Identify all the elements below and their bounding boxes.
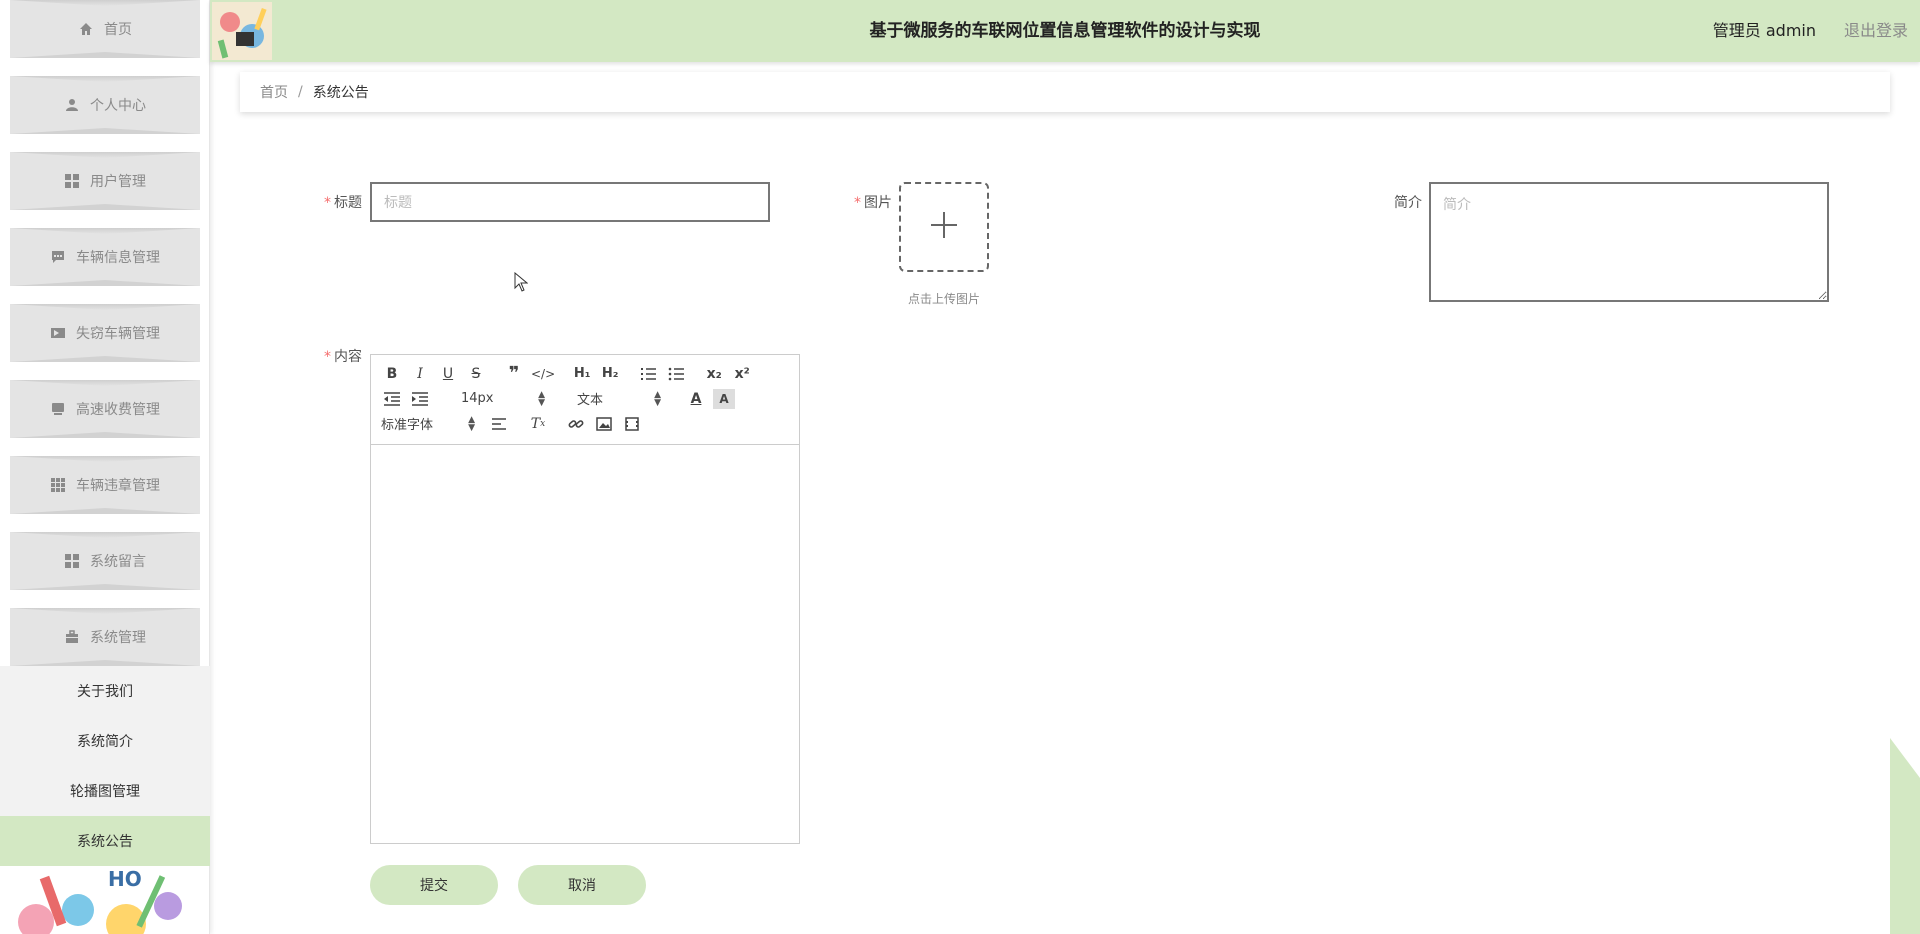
header-select[interactable]: 文本 ▲ ▼ [577, 389, 661, 408]
strikethrough-icon[interactable]: S [465, 364, 487, 384]
blockquote-icon[interactable]: ❞ [503, 363, 525, 384]
top-header: 基于微服务的车联网位置信息管理软件的设计与实现 管理员 admin 退出登录 [210, 0, 1920, 62]
logout-link[interactable]: 退出登录 [1844, 0, 1908, 62]
sidebar-item-label: 系统留言 [90, 554, 146, 570]
mouse-cursor-icon [514, 271, 529, 296]
italic-icon[interactable]: I [409, 364, 431, 384]
grid-icon [64, 173, 80, 189]
background-color-icon[interactable]: A [713, 388, 735, 409]
ordered-list-icon[interactable] [637, 364, 659, 384]
sidebar-illustration: HO [8, 866, 206, 934]
editor-toolbar: B I U S ❞ </> H₁ H₂ x₂ x² 14px ▲ ▼ 文本 ▲ … [371, 355, 799, 445]
clear-format-icon[interactable]: Tx [527, 414, 549, 434]
sidebar-item-vehicle-info[interactable]: 车辆信息管理 [10, 228, 200, 286]
plus-icon [929, 210, 959, 244]
current-user: 管理员 admin [1712, 21, 1816, 40]
sidebar-item-profile[interactable]: 个人中心 [10, 76, 200, 134]
briefcase-icon [64, 629, 80, 645]
breadcrumb-current: 系统公告 [312, 85, 369, 101]
subscript-icon[interactable]: x₂ [703, 364, 725, 384]
content-label: * 内容 [324, 349, 362, 365]
select-arrows-icon: ▲ ▼ [538, 389, 545, 408]
required-mark: * [324, 195, 331, 211]
breadcrumb-separator: / [298, 84, 303, 100]
submenu-about[interactable]: 关于我们 [0, 666, 210, 716]
user-icon [64, 97, 80, 113]
submenu-notice[interactable]: 系统公告 [0, 816, 210, 866]
sidebar-item-label: 用户管理 [90, 174, 146, 190]
corner-decoration [1890, 738, 1920, 934]
ticket-icon [50, 325, 66, 341]
font-size-select[interactable]: 14px ▲ ▼ [461, 389, 545, 408]
image-label: * 图片 [854, 195, 892, 211]
cancel-button[interactable]: 取消 [518, 865, 646, 905]
sidebar-item-label: 高速收费管理 [76, 402, 160, 418]
rich-text-editor: B I U S ❞ </> H₁ H₂ x₂ x² 14px ▲ ▼ 文本 ▲ … [370, 354, 800, 844]
sidebar-item-system[interactable]: 系统管理 [10, 608, 200, 666]
sidebar-item-toll[interactable]: 高速收费管理 [10, 380, 200, 438]
title-input[interactable] [370, 182, 770, 222]
monitor-icon [50, 401, 66, 417]
title-label: * 标题 [324, 195, 362, 211]
image-upload[interactable] [899, 182, 989, 272]
video-icon[interactable] [621, 414, 643, 434]
sidebar: 首页 个人中心 用户管理 车辆信息管理 失窃车辆管理 高速收费管理 车辆违章管理… [0, 0, 210, 934]
required-mark: * [324, 349, 331, 365]
svg-text:HO: HO [108, 867, 142, 891]
sidebar-item-violations[interactable]: 车辆违章管理 [10, 456, 200, 514]
image-icon[interactable] [593, 414, 615, 434]
sidebar-item-label: 车辆信息管理 [76, 250, 160, 266]
sidebar-item-home[interactable]: 首页 [10, 0, 200, 58]
breadcrumb-home[interactable]: 首页 [260, 82, 288, 102]
sidebar-item-label: 系统管理 [90, 630, 146, 646]
apps-icon [50, 477, 66, 493]
submenu-carousel[interactable]: 轮播图管理 [0, 766, 210, 816]
sidebar-item-users[interactable]: 用户管理 [10, 152, 200, 210]
align-icon[interactable] [489, 414, 511, 434]
breadcrumb: 首页 / 系统公告 [240, 72, 1890, 112]
system-submenu: 关于我们 系统简介 轮播图管理 系统公告 [0, 666, 210, 866]
home-icon [78, 21, 94, 37]
font-color-icon[interactable]: A [685, 389, 707, 409]
sidebar-item-label: 车辆违章管理 [76, 478, 160, 494]
editor-content-area[interactable] [371, 445, 799, 843]
sidebar-item-stolen-vehicles[interactable]: 失窃车辆管理 [10, 304, 200, 362]
sidebar-item-label: 首页 [104, 22, 132, 38]
outdent-icon[interactable] [381, 389, 403, 409]
select-arrows-icon: ▲ ▼ [654, 389, 661, 408]
sidebar-item-messages[interactable]: 系统留言 [10, 532, 200, 590]
bullet-list-icon[interactable] [665, 364, 687, 384]
upload-tip: 点击上传图片 [907, 292, 980, 306]
grid-icon [64, 553, 80, 569]
required-mark: * [854, 195, 861, 211]
underline-icon[interactable]: U [437, 364, 459, 384]
code-icon[interactable]: </> [531, 364, 555, 384]
sidebar-item-label: 失窃车辆管理 [76, 326, 160, 342]
intro-label: 简介 [1394, 195, 1422, 211]
submenu-intro[interactable]: 系统简介 [0, 716, 210, 766]
header1-icon[interactable]: H₁ [571, 364, 593, 384]
submit-button[interactable]: 提交 [370, 865, 498, 905]
link-icon[interactable] [565, 414, 587, 434]
superscript-icon[interactable]: x² [731, 364, 753, 384]
indent-icon[interactable] [409, 389, 431, 409]
page-title: 基于微服务的车联网位置信息管理软件的设计与实现 [869, 21, 1261, 41]
bold-icon[interactable]: B [381, 364, 403, 384]
chat-icon [50, 249, 66, 265]
intro-textarea[interactable] [1429, 182, 1829, 302]
font-family-select[interactable]: 标准字体 ▲ ▼ [381, 414, 475, 433]
sidebar-item-label: 个人中心 [90, 98, 146, 114]
select-arrows-icon: ▲ ▼ [468, 414, 475, 433]
header2-icon[interactable]: H₂ [599, 364, 621, 384]
